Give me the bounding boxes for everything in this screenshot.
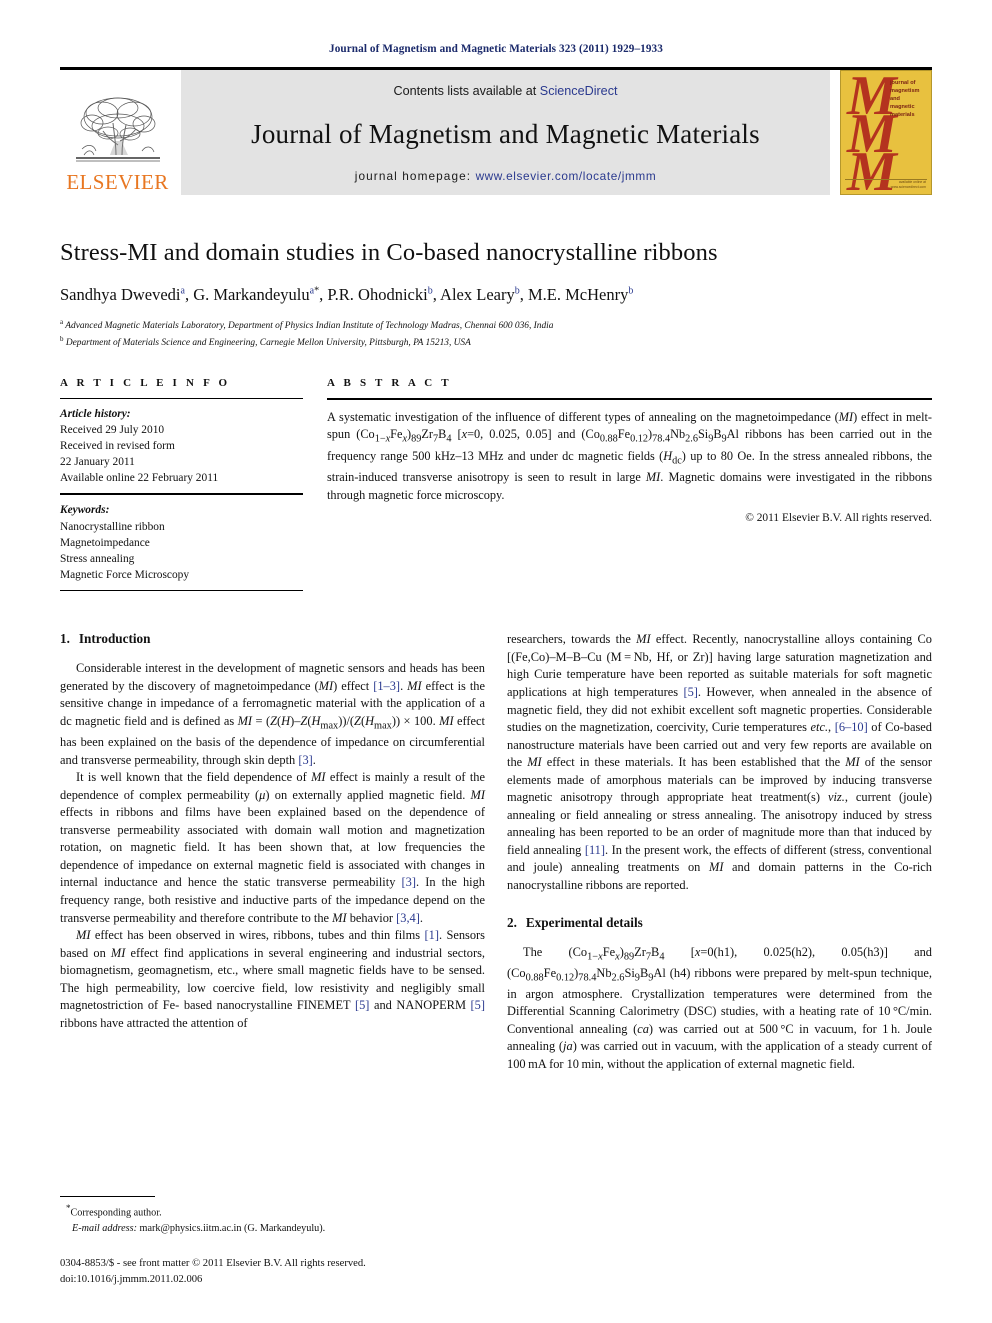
elsevier-wordmark: ELSEVIER [66, 170, 169, 194]
doi-line[interactable]: doi:10.1016/j.jmmm.2011.02.006 [60, 1272, 485, 1287]
article-info-heading: A R T I C L E I N F O [60, 376, 231, 389]
abstract-text: A systematic investigation of the influe… [327, 409, 933, 503]
journal-masthead: ELSEVIER Contents lists available at Sci… [60, 67, 932, 195]
abstract-copyright: © 2011 Elsevier B.V. All rights reserved… [745, 512, 932, 525]
affiliation-text: Advanced Magnetic Materials Laboratory, … [65, 321, 554, 332]
contents-line: Contents lists available at ScienceDirec… [393, 84, 617, 98]
cover-word-4: materials [890, 112, 915, 119]
history-line-1: Received in revised form [60, 439, 175, 452]
paragraph-experimental-1: The (Co1−xFex)89Zr7B4 [x=0(h1), 0.025(h2… [507, 944, 933, 1071]
author-list: Sandhya Dwevedia, G. Markandeyulua*, P.R… [60, 285, 634, 304]
paragraph-intro-2: It is well known that the field dependen… [60, 770, 485, 925]
left-column: 1. Introduction Considerable interest in … [60, 631, 485, 1073]
keyword-1: Magnetoimpedance [60, 536, 150, 549]
author-2: P.R. Ohodnickib [327, 285, 432, 304]
author-affil-mark: b [514, 285, 520, 297]
homepage-prefix: journal homepage: [354, 169, 476, 183]
affiliation-mark: b [60, 334, 64, 343]
journal-banner: Contents lists available at ScienceDirec… [181, 70, 830, 195]
cover-word-2: and [890, 96, 900, 103]
issn-line: 0304-8853/$ - see front matter © 2011 El… [60, 1258, 366, 1270]
cover-word-1: magnetism [890, 88, 920, 95]
section-title: Introduction [78, 631, 151, 647]
abstract-panel: A B S T R A C T A systematic investigati… [327, 377, 932, 592]
email-label: E-mail address: [72, 1222, 137, 1234]
homepage-link[interactable]: www.elsevier.com/locate/jmmm [476, 169, 657, 183]
title-block: Stress-MI and domain studies in Co-based… [60, 239, 932, 351]
author-name: M.E. McHenry [527, 285, 629, 304]
homepage-line: journal homepage: www.elsevier.com/locat… [355, 169, 657, 183]
body-columns: 1. Introduction Considerable interest in … [60, 631, 932, 1073]
paragraph-intro-3: MI effect has been observed in wires, ri… [60, 928, 486, 1030]
author-name: G. Markandeyulu [193, 285, 310, 304]
cover-word-0: journal of [890, 80, 916, 86]
elsevier-logo: ELSEVIER [60, 70, 175, 195]
right-column: researchers, towards the MI effect. Rece… [507, 631, 932, 1073]
corresponding-author-note: *Corresponding author. [60, 1202, 485, 1221]
section-heading-introduction: 1. Introduction [60, 631, 485, 647]
email-note: E-mail address: mark@physics.iitm.ac.in … [60, 1222, 485, 1237]
author-4: M.E. McHenryb [528, 285, 633, 304]
email-address[interactable]: mark@physics.iitm.ac.in (G. Markandeyulu… [140, 1223, 326, 1234]
author-0: Sandhya Dwevedia [60, 285, 185, 304]
article-history-label: Article history: [60, 407, 131, 420]
section-number: 1. [60, 631, 70, 647]
footnote-block: *Corresponding author. E-mail address: m… [60, 1196, 485, 1287]
author-name: Alex Leary [440, 285, 515, 304]
author-name: P.R. Ohodnicki [327, 285, 428, 304]
cover-title-words: journal of magnetism and magnetic materi… [890, 79, 926, 120]
imprint-block: 0304-8853/$ - see front matter © 2011 El… [60, 1256, 485, 1287]
page-title: Stress-MI and domain studies in Co-based… [60, 239, 718, 266]
section-title: Experimental details [525, 914, 643, 930]
article-info-rule-bottom [60, 590, 303, 592]
footnote-rule [60, 1196, 155, 1198]
info-abstract-row: A R T I C L E I N F O Article history: R… [60, 377, 932, 592]
journal-title: Journal of Magnetism and Magnetic Materi… [251, 119, 760, 149]
author-3: Alex Learyb [440, 285, 520, 304]
section-heading-experimental: 2. Experimental details [507, 915, 932, 931]
running-head: Journal of Magnetism and Magnetic Materi… [329, 43, 663, 55]
corresponding-author-text: Corresponding author. [70, 1207, 162, 1219]
article-info-panel: A R T I C L E I N F O Article history: R… [60, 377, 303, 592]
history-line-2: 22 January 2011 [60, 456, 135, 469]
contents-prefix: Contents lists available at [393, 84, 540, 98]
author-affil-mark: b [427, 285, 433, 297]
cover-word-3: magnetic [890, 104, 915, 111]
cover-footer-text: available online at www.sciencedirect.co… [890, 180, 926, 189]
abstract-heading: A B S T R A C T [327, 376, 452, 389]
keyword-3: Magnetic Force Microscopy [60, 569, 190, 582]
affiliation-b: b Department of Materials Science and En… [60, 334, 932, 351]
article-history-group: Article history: Received 29 July 2010 R… [60, 399, 303, 494]
affiliation-mark: a [60, 318, 64, 326]
keyword-2: Stress annealing [60, 553, 135, 565]
author-affil-mark: a [180, 285, 185, 297]
affiliation-text: Department of Materials Science and Engi… [65, 337, 471, 348]
paper-page: Journal of Magnetism and Magnetic Materi… [0, 0, 992, 1323]
history-line-0: Received 29 July 2010 [60, 423, 165, 436]
paragraph-intro-1: Considerable interest in the development… [60, 661, 486, 767]
section-number: 2. [507, 914, 517, 930]
journal-cover-thumbnail: M M M journal of magnetism and magnetic … [840, 70, 932, 195]
keywords-group: Keywords: Nanocrystalline ribbon Magneto… [60, 495, 303, 590]
corresponding-author-marker: * [314, 285, 320, 297]
history-line-3: Available online 22 February 2011 [60, 472, 219, 485]
author-affil-mark: b [628, 285, 634, 297]
affiliation-a: a Advanced Magnetic Materials Laboratory… [60, 317, 932, 334]
keyword-0: Nanocrystalline ribbon [60, 520, 165, 533]
author-name: Sandhya Dwevedi [60, 285, 181, 304]
author-1: G. Markandeyulua* [193, 285, 319, 304]
paragraph-intro-3-cont: researchers, towards the MI effect. Rece… [507, 632, 932, 893]
keywords-label: Keywords: [60, 504, 110, 517]
elsevier-tree-icon [72, 93, 164, 171]
sciencedirect-link[interactable]: ScienceDirect [540, 84, 618, 98]
